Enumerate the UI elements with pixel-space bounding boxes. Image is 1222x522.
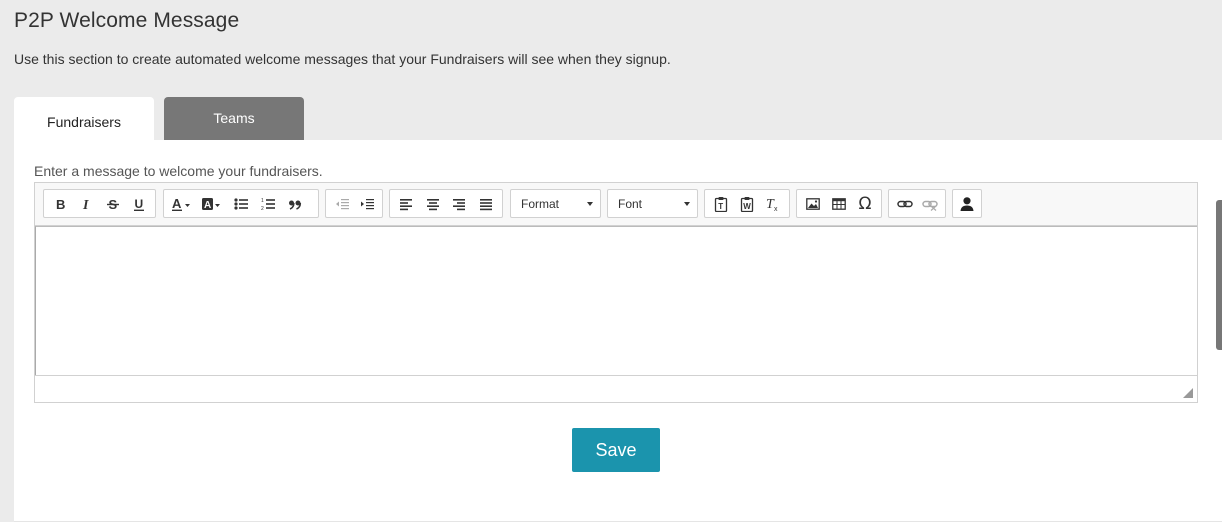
- text-color-icon[interactable]: A: [167, 190, 197, 217]
- svg-text:2: 2: [261, 206, 264, 211]
- tab-fundraisers[interactable]: Fundraisers: [14, 97, 154, 142]
- page-description: Use this section to create automated wel…: [14, 51, 671, 67]
- svg-text:T: T: [718, 202, 723, 211]
- indent-group: [325, 189, 383, 218]
- editor-toolbar: B I S U A A 12: [35, 183, 1197, 226]
- italic-icon[interactable]: I: [73, 190, 99, 217]
- clipboard-group: T W Tx: [704, 189, 790, 218]
- svg-text:U: U: [134, 197, 143, 211]
- link-icon[interactable]: [892, 190, 917, 217]
- basic-styles-group: B I S U: [43, 189, 156, 218]
- paste-text-icon[interactable]: T: [708, 190, 734, 217]
- background-color-icon[interactable]: A: [197, 190, 227, 217]
- blockquote-icon[interactable]: [281, 190, 308, 217]
- format-dropdown[interactable]: Format: [510, 189, 601, 218]
- align-right-icon[interactable]: [446, 190, 473, 217]
- table-icon[interactable]: [826, 190, 852, 217]
- editor-status-bar: [35, 375, 1197, 402]
- user-group: [952, 189, 982, 218]
- insert-group: Ω: [796, 189, 882, 218]
- svg-text:x: x: [774, 206, 778, 212]
- format-dropdown-label: Format: [521, 196, 560, 211]
- link-group: [888, 189, 946, 218]
- tab-teams[interactable]: Teams: [164, 97, 304, 140]
- chevron-down-icon: [684, 201, 690, 206]
- colors-lists-group: A A 12: [163, 189, 319, 218]
- font-dropdown[interactable]: Font: [607, 189, 698, 218]
- font-dropdown-label: Font: [618, 196, 643, 211]
- unlink-icon[interactable]: [917, 190, 942, 217]
- align-left-icon[interactable]: [393, 190, 420, 217]
- alignment-group: [389, 189, 503, 218]
- bold-icon[interactable]: B: [47, 190, 73, 217]
- svg-text:A: A: [172, 197, 182, 211]
- numbered-list-icon[interactable]: 12: [254, 190, 281, 217]
- justify-icon[interactable]: [473, 190, 500, 217]
- increase-indent-icon[interactable]: [354, 190, 379, 217]
- resize-handle-icon[interactable]: [1183, 388, 1193, 398]
- special-character-glyph: Ω: [858, 193, 872, 214]
- editor-content-area[interactable]: [35, 226, 1197, 376]
- align-center-icon[interactable]: [420, 190, 447, 217]
- decrease-indent-icon[interactable]: [329, 190, 354, 217]
- image-icon[interactable]: [800, 190, 826, 217]
- save-button[interactable]: Save: [572, 428, 660, 472]
- remove-format-icon[interactable]: Tx: [760, 190, 786, 217]
- special-character-icon[interactable]: Ω: [852, 190, 878, 217]
- svg-text:I: I: [82, 198, 89, 211]
- strikethrough-icon[interactable]: S: [100, 190, 126, 217]
- editor-label: Enter a message to welcome your fundrais…: [34, 163, 323, 179]
- svg-text:B: B: [56, 197, 65, 211]
- svg-text:A: A: [204, 200, 211, 211]
- underline-icon[interactable]: U: [126, 190, 152, 217]
- svg-text:W: W: [743, 202, 751, 211]
- svg-text:1: 1: [261, 198, 264, 204]
- paste-word-icon[interactable]: W: [734, 190, 760, 217]
- user-icon[interactable]: [956, 190, 978, 217]
- bulleted-list-icon[interactable]: [227, 190, 254, 217]
- page-title: P2P Welcome Message: [14, 9, 240, 32]
- chevron-down-icon: [587, 201, 593, 206]
- rich-text-editor: B I S U A A 12: [34, 182, 1198, 403]
- scrollbar-thumb[interactable]: [1216, 200, 1222, 350]
